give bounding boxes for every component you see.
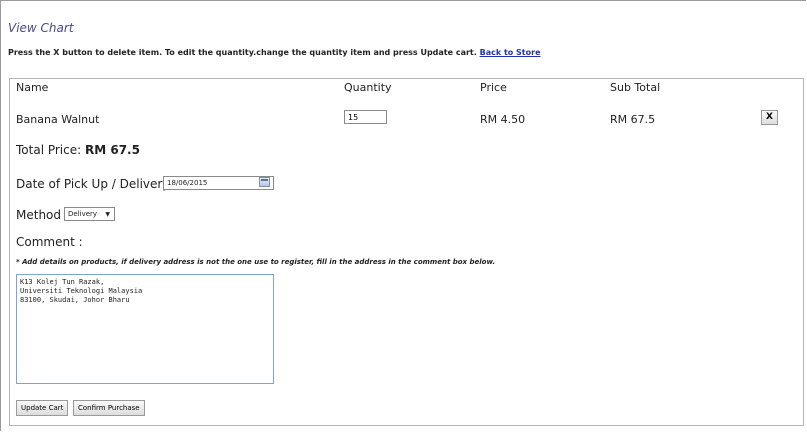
total-price: Total Price: RM 67.5 <box>16 143 140 157</box>
instructions: Press the X button to delete item. To ed… <box>8 48 541 57</box>
column-header-subtotal: Sub Total <box>610 81 661 94</box>
comment-label: Comment : <box>16 235 83 249</box>
instructions-text: Press the X button to delete item. To ed… <box>8 48 477 57</box>
total-price-value: RM 67.5 <box>84 143 140 157</box>
page-title: View Chart <box>8 21 74 35</box>
update-cart-button[interactable]: Update Cart <box>16 400 69 416</box>
quantity-input[interactable] <box>344 110 387 124</box>
method-label: Method : <box>16 208 69 222</box>
chevron-down-icon: ▼ <box>105 211 110 218</box>
column-header-price: Price <box>480 81 507 94</box>
calendar-icon[interactable] <box>259 177 270 187</box>
comment-note: * Add details on products, if delivery a… <box>16 258 496 266</box>
item-subtotal: RM 67.5 <box>610 113 656 126</box>
date-label: Date of Pick Up / Delivery : <box>16 177 178 191</box>
item-name: Banana Walnut <box>16 113 100 126</box>
method-select[interactable]: Delivery ▼ <box>64 207 115 221</box>
column-header-quantity: Quantity <box>344 81 392 94</box>
method-selected-value: Delivery <box>68 210 98 218</box>
item-price: RM 4.50 <box>480 113 526 126</box>
date-input[interactable]: 18/06/2015 <box>163 176 274 190</box>
comment-textarea[interactable]: K13 Kolej Tun Razak, Universiti Teknolog… <box>16 274 274 384</box>
total-price-label: Total Price: <box>16 143 82 157</box>
column-header-name: Name <box>16 81 49 94</box>
delete-item-button[interactable]: X <box>761 110 778 125</box>
back-to-store-link[interactable]: Back to Store <box>480 48 541 57</box>
confirm-purchase-button[interactable]: Confirm Purchase <box>73 400 145 416</box>
